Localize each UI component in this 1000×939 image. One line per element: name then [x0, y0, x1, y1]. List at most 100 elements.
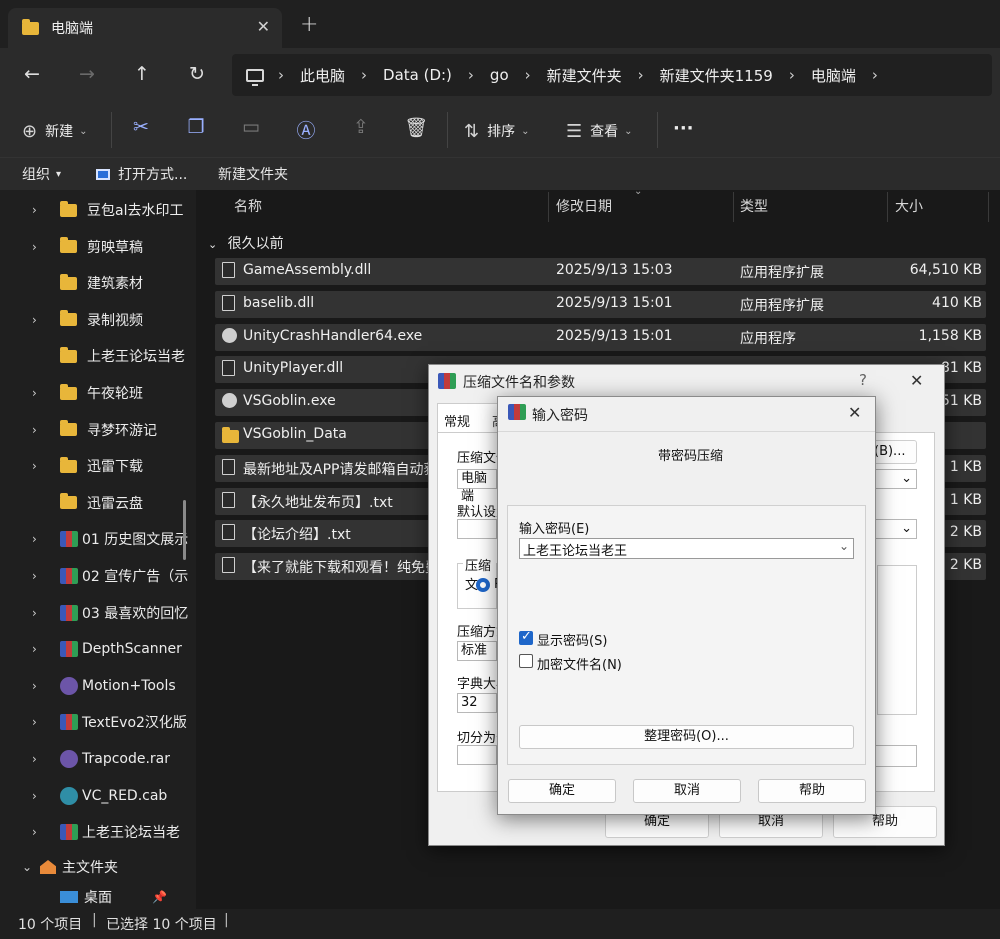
show-password-checkbox[interactable] [519, 629, 533, 645]
sidebar-item[interactable]: › 01 历史图文展示 [0, 521, 196, 557]
organize-button[interactable]: 组织 ▾ [22, 164, 61, 184]
column-divider[interactable] [988, 192, 989, 222]
back-button[interactable]: ← [17, 59, 47, 89]
chevron-right-icon[interactable]: › [32, 825, 50, 839]
chevron-right-icon[interactable]: › [32, 240, 50, 254]
sort-button[interactable]: ⇅ 排序 ⌄ [464, 117, 529, 145]
new-button[interactable]: ⊕ 新建 ⌄ [22, 117, 87, 145]
column-divider[interactable] [733, 192, 734, 222]
chevron-down-icon[interactable]: ⌄ [22, 860, 40, 874]
chevron-right-icon[interactable]: › [32, 715, 50, 729]
copy-icon[interactable]: ❐ [182, 116, 210, 138]
help-icon[interactable]: ? [859, 371, 867, 389]
sidebar-item-home[interactable]: ⌄ 主文件夹 [0, 849, 196, 885]
column-header-name[interactable]: 名称 [234, 196, 262, 216]
chevron-down-icon[interactable]: ⌄ [839, 539, 849, 553]
more-options-button[interactable]: ··· [673, 114, 694, 142]
chevron-right-icon[interactable]: › [32, 679, 50, 693]
sidebar-item[interactable]: › Motion+Tools [0, 668, 196, 704]
cancel-button[interactable]: 取消 [633, 779, 741, 803]
breadcrumb-item[interactable]: go [490, 66, 509, 84]
ok-button[interactable]: 确定 [508, 779, 616, 803]
breadcrumb-separator[interactable]: › [361, 66, 367, 84]
paste-icon[interactable]: ▭ [237, 116, 265, 138]
view-button[interactable]: ☰ 查看 ⌄ [566, 117, 633, 145]
breadcrumb-item[interactable]: Data (D:) [383, 66, 452, 84]
sidebar-item[interactable]: › 03 最喜欢的回忆 [0, 595, 196, 631]
breadcrumb-item[interactable]: 电脑端 [811, 65, 856, 86]
cut-icon[interactable]: ✂ [127, 116, 155, 138]
sidebar-item[interactable]: › 寻梦环游记 [0, 412, 196, 448]
chevron-right-icon[interactable]: › [32, 642, 50, 656]
breadcrumb-item[interactable]: 新建文件夹1159 [660, 65, 773, 86]
new-tab-button[interactable]: + [300, 12, 318, 37]
breadcrumb-separator[interactable]: › [468, 66, 474, 84]
group-header[interactable]: ⌄ 很久以前 [208, 233, 284, 253]
sidebar-item[interactable]: › 豆包al去水印工 [0, 192, 196, 228]
split-input[interactable] [457, 745, 497, 765]
tab-general[interactable]: 常规 [437, 403, 499, 433]
sidebar-item[interactable]: › TextEvo2汉化版 [0, 704, 196, 740]
sidebar-item[interactable]: ›建筑素材 [0, 265, 196, 301]
refresh-button[interactable]: ↻ [182, 59, 212, 89]
sidebar-item[interactable]: › 迅雷下载 [0, 448, 196, 484]
tab-current[interactable]: 电脑端 ✕ [8, 8, 282, 48]
breadcrumb-separator[interactable]: › [525, 66, 531, 84]
password-dialog[interactable]: 输入密码 ✕ 带密码压缩 输入密码(E) 上老王论坛当老王 ⌄ 显示密码(S) … [497, 396, 876, 815]
table-row[interactable]: UnityCrashHandler64.exe 2025/9/13 15:01 应用… [215, 323, 986, 351]
breadcrumb-separator[interactable]: › [638, 66, 644, 84]
method-select[interactable]: 标准 [457, 641, 497, 661]
breadcrumb-separator[interactable]: › [872, 66, 878, 84]
chevron-right-icon[interactable]: › [32, 752, 50, 766]
column-divider[interactable] [887, 192, 888, 222]
breadcrumb-item[interactable]: 此电脑 [300, 65, 345, 86]
chevron-right-icon[interactable]: › [32, 423, 50, 437]
encrypt-filenames-checkbox[interactable] [519, 654, 533, 668]
password-input[interactable]: 上老王论坛当老王 ⌄ [519, 538, 854, 559]
close-icon[interactable]: ✕ [848, 403, 861, 422]
sidebar-item[interactable]: ›上老王论坛当老 [0, 338, 196, 374]
breadcrumb-separator[interactable]: › [278, 66, 284, 84]
chevron-right-icon[interactable]: › [32, 606, 50, 620]
profile-button[interactable] [457, 519, 497, 539]
sidebar-item[interactable]: › 录制视频 [0, 302, 196, 338]
chevron-right-icon[interactable]: › [32, 532, 50, 546]
radio-rar[interactable] [476, 578, 490, 592]
sidebar-item[interactable]: › 午夜轮班 [0, 375, 196, 411]
open-with-button[interactable]: 打开方式... [96, 164, 187, 184]
breadcrumb[interactable]: › 此电脑 › Data (D:) › go › 新建文件夹 › 新建文件夹11… [232, 54, 992, 96]
up-button[interactable]: ↑ [127, 59, 157, 89]
chevron-right-icon[interactable]: › [32, 459, 50, 473]
table-row[interactable]: baselib.dll 2025/9/13 15:01 应用程序扩展 410 KB [215, 290, 986, 318]
chevron-right-icon[interactable]: › [32, 313, 50, 327]
dict-size-select[interactable]: 32 [457, 693, 497, 713]
table-row[interactable]: GameAssembly.dll 2025/9/13 15:03 应用程序扩展 64,… [215, 258, 986, 285]
forward-button[interactable]: → [72, 59, 102, 89]
chevron-right-icon[interactable]: › [32, 569, 50, 583]
rename-icon[interactable]: Ⓐ [292, 116, 320, 143]
sidebar-item[interactable]: › DepthScanner [0, 631, 196, 667]
column-header-size[interactable]: 大小 [895, 196, 923, 216]
organize-passwords-button[interactable]: 整理密码(O)... [519, 725, 854, 749]
help-button[interactable]: 帮助 [758, 779, 866, 803]
chevron-right-icon[interactable]: › [32, 203, 50, 217]
archive-name-input[interactable]: 电脑端 [457, 469, 497, 504]
column-header-date[interactable]: 修改日期 [556, 196, 612, 216]
sidebar-item[interactable]: › 剪映草稿 [0, 229, 196, 265]
breadcrumb-item[interactable]: 新建文件夹 [547, 65, 622, 86]
close-icon[interactable]: ✕ [910, 371, 923, 390]
breadcrumb-separator[interactable]: › [789, 66, 795, 84]
sidebar-item[interactable]: › Trapcode.rar [0, 741, 196, 777]
sidebar-item[interactable]: ›迅雷云盘 [0, 485, 196, 521]
share-icon[interactable]: ⇪ [347, 116, 375, 138]
column-header-type[interactable]: 类型 [740, 196, 768, 216]
delete-icon[interactable]: 🗑 [402, 116, 430, 139]
sidebar-item[interactable]: › 02 宣传广告（示 [0, 558, 196, 594]
sidebar-scrollbar[interactable] [183, 500, 186, 560]
sidebar-item-desktop[interactable]: › 桌面 📌 [0, 886, 196, 908]
tab-close-icon[interactable]: ✕ [257, 17, 270, 36]
sidebar-item[interactable]: › VC_RED.cab [0, 778, 196, 814]
chevron-right-icon[interactable]: › [32, 386, 50, 400]
column-divider[interactable] [548, 192, 549, 222]
chevron-right-icon[interactable]: › [32, 789, 50, 803]
